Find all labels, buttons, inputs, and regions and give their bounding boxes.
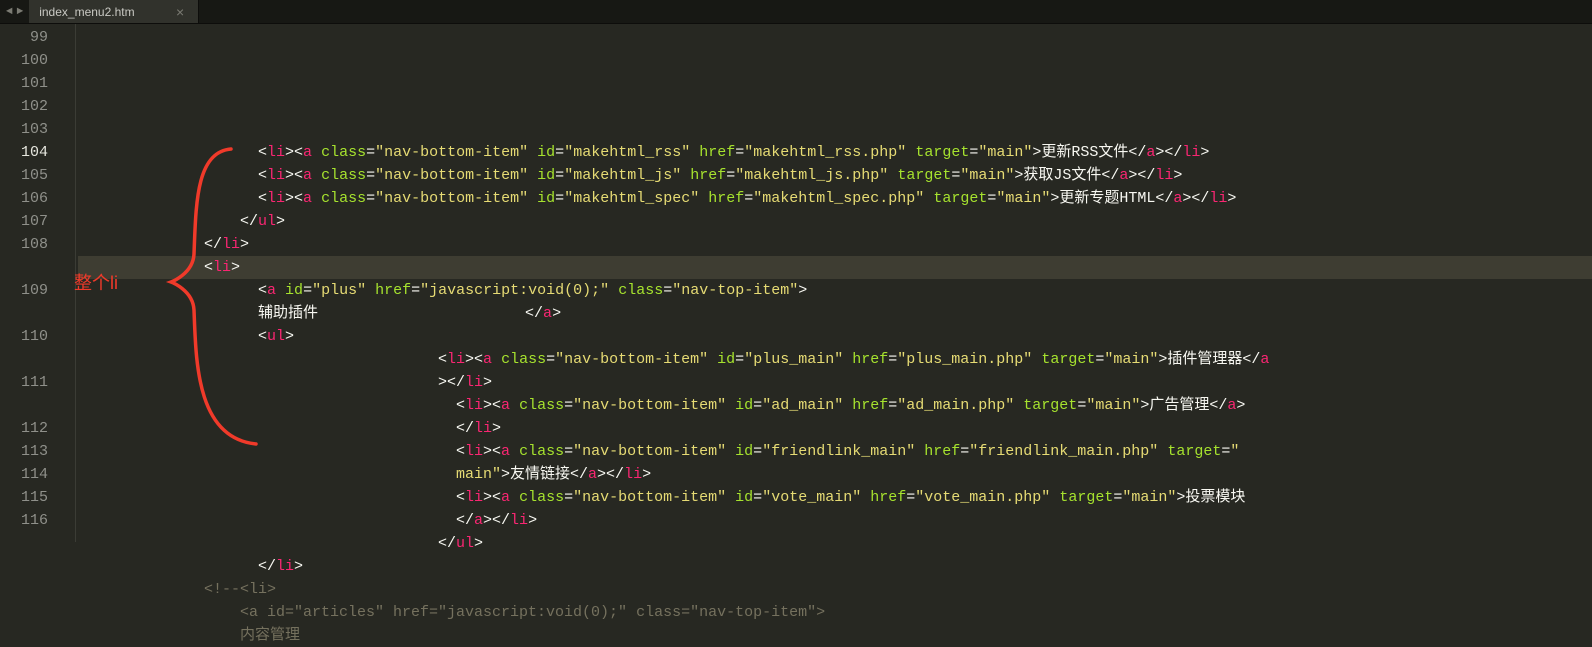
code-line[interactable]: <li><a class="nav-bottom-item" id="vote_… <box>78 486 1592 509</box>
code-line[interactable]: <a id="plus" href="javascript:void(0);" … <box>78 279 1592 302</box>
line-number: 107 <box>6 210 48 233</box>
code-area[interactable]: 整个li <li><a class="nav-bottom-item" id="… <box>76 24 1592 542</box>
nav-arrows: ◄ ► <box>0 0 29 23</box>
nav-back-icon[interactable]: ◄ <box>6 6 13 18</box>
code-line[interactable]: <li><a class="nav-bottom-item" id="plus_… <box>78 348 1592 371</box>
line-number: 109 <box>6 279 48 302</box>
tab-close-icon[interactable]: × <box>172 4 188 20</box>
line-number <box>6 394 48 417</box>
code-line[interactable]: <li><a class="nav-bottom-item" id="makeh… <box>78 164 1592 187</box>
tab-title: index_menu2.htm <box>39 5 134 19</box>
line-number: 102 <box>6 95 48 118</box>
nav-forward-icon[interactable]: ► <box>17 6 24 18</box>
line-number: 110 <box>6 325 48 348</box>
code-line[interactable]: ></li> <box>78 371 1592 394</box>
code-line[interactable]: <li><a class="nav-bottom-item" id="makeh… <box>78 141 1592 164</box>
code-line[interactable]: 辅助插件 </a> <box>78 302 1592 325</box>
tab-index-menu2[interactable]: index_menu2.htm × <box>29 0 199 23</box>
line-number: 99 <box>6 26 48 49</box>
code-line[interactable]: <li> <box>78 256 1592 279</box>
code-line[interactable]: </ul> <box>78 210 1592 233</box>
line-number: 115 <box>6 486 48 509</box>
line-number: 112 <box>6 417 48 440</box>
code-line[interactable]: <li><a class="nav-bottom-item" id="makeh… <box>78 187 1592 210</box>
code-line[interactable]: </li> <box>78 233 1592 256</box>
line-number <box>6 256 48 279</box>
line-number: 108 <box>6 233 48 256</box>
line-number-gutter: 99100101102103104105106107108 109 110 11… <box>0 24 62 542</box>
line-number: 104 <box>6 141 48 164</box>
code-line[interactable]: <ul> <box>78 325 1592 348</box>
line-number: 101 <box>6 72 48 95</box>
line-number: 116 <box>6 509 48 532</box>
code-line[interactable]: <li><a class="nav-bottom-item" id="frien… <box>78 440 1592 463</box>
code-line[interactable]: </a></li> <box>78 509 1592 532</box>
line-number: 105 <box>6 164 48 187</box>
line-number <box>6 302 48 325</box>
tab-bar: ◄ ► index_menu2.htm × <box>0 0 1592 24</box>
line-number: 113 <box>6 440 48 463</box>
line-number: 103 <box>6 118 48 141</box>
code-line[interactable]: <a id="articles" href="javascript:void(0… <box>78 601 1592 624</box>
code-line[interactable]: </li> <box>78 555 1592 578</box>
annotation-label: 整个li <box>74 272 118 295</box>
code-line[interactable]: </ul> <box>78 532 1592 555</box>
line-number: 111 <box>6 371 48 394</box>
code-line[interactable]: </li> <box>78 417 1592 440</box>
code-line[interactable]: 内容管理 <box>78 624 1592 647</box>
code-line[interactable]: main">友情链接</a></li> <box>78 463 1592 486</box>
line-number <box>6 348 48 371</box>
editor: 99100101102103104105106107108 109 110 11… <box>0 24 1592 542</box>
code-line[interactable]: <!--<li> <box>78 578 1592 601</box>
line-number: 100 <box>6 49 48 72</box>
line-number: 106 <box>6 187 48 210</box>
code-line[interactable]: <li><a class="nav-bottom-item" id="ad_ma… <box>78 394 1592 417</box>
line-number: 114 <box>6 463 48 486</box>
